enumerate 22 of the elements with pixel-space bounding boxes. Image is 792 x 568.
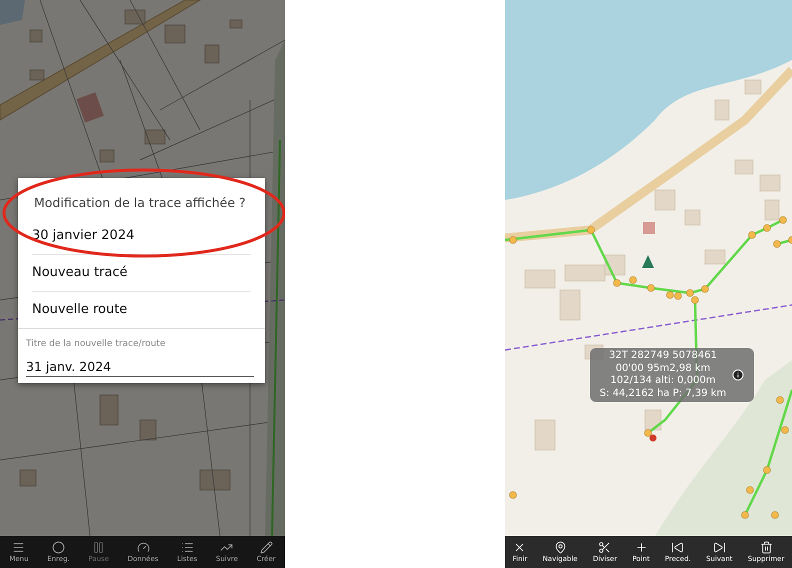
info-line: 32T 282749 5078461 (608, 350, 718, 362)
info-line: S: 44,2162 ha P: 7,39 km (598, 388, 728, 400)
info-icon[interactable] (732, 369, 744, 381)
skip-back-icon (671, 541, 684, 554)
dialog-title: Modification de la trace affichée ? (33, 194, 247, 212)
skip-forward-icon (712, 541, 726, 554)
circle-icon (52, 541, 65, 554)
dialog-option[interactable]: Nouvelle route (32, 302, 128, 318)
trash-icon (760, 541, 773, 554)
info-line: 102/134 alti: 0,000m (609, 375, 717, 388)
plus-icon (634, 541, 648, 554)
pencil-icon (260, 541, 273, 554)
map-pin-icon (554, 541, 567, 554)
dialog-option[interactable]: 30 janvier 2024 (32, 228, 134, 244)
pause-icon (92, 541, 106, 554)
title-input-field[interactable]: 31 janv. 2024 (26, 359, 254, 377)
dialog-option[interactable]: Nouveau tracé (32, 265, 128, 281)
field-label: Titre de la nouvelle trace/route (26, 339, 166, 349)
info-line: 00'00 95m2,98 km (614, 362, 712, 375)
menu-icon (12, 541, 26, 554)
scissors-icon (598, 541, 612, 554)
gauge-icon (136, 541, 150, 554)
